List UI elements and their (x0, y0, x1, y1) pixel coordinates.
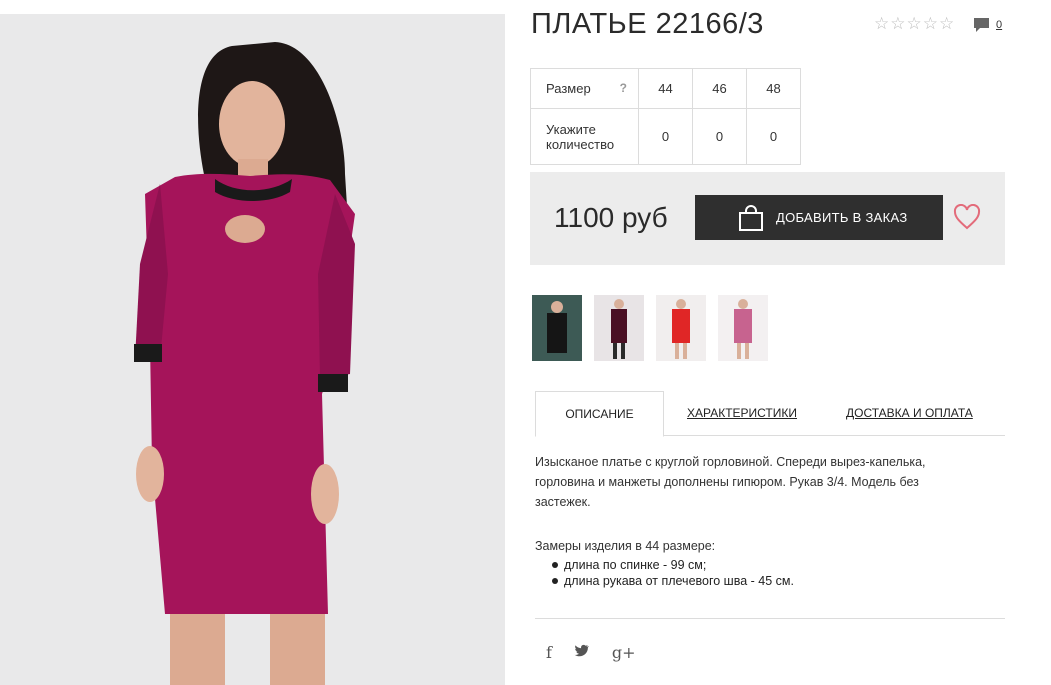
product-tabs: ОПИСАНИЕ ХАРАКТЕРИСТИКИ ДОСТАВКА И ОПЛАТ… (535, 391, 1005, 437)
star-icon[interactable]: ☆ (890, 14, 905, 34)
quantity-input-48[interactable]: 0 (746, 108, 801, 165)
tab-delivery-payment[interactable]: ДОСТАВКА И ОПЛАТА (846, 391, 973, 436)
star-icon[interactable]: ☆ (939, 14, 954, 34)
tab-description[interactable]: ОПИСАНИЕ (535, 391, 664, 437)
twitter-icon[interactable] (574, 643, 590, 662)
heart-icon[interactable] (953, 204, 981, 230)
product-title: ПЛАТЬЕ 22166/3 (531, 8, 764, 40)
size-label-cell: Размер ? (530, 68, 639, 109)
size-help-icon[interactable]: ? (620, 81, 627, 95)
social-share: f g+ (546, 643, 636, 662)
measures-list: длина по спинке - 99 см; длина рукава от… (550, 557, 794, 589)
quantity-input-44[interactable]: 0 (638, 108, 693, 165)
comment-icon (974, 18, 989, 32)
size-table: Размер ? 44 46 48 Укажите количество 0 0… (530, 68, 801, 165)
size-46: 46 (692, 68, 747, 109)
list-item: длина рукава от плечевого шва - 45 см. (550, 573, 794, 589)
thumbnail-3[interactable] (656, 295, 706, 361)
comments-count[interactable]: 0 (996, 19, 1002, 31)
thumbnail-1[interactable] (532, 295, 582, 361)
size-48: 48 (746, 68, 801, 109)
product-description: Изысканое платье с круглой горловиной. С… (535, 455, 926, 509)
divider (535, 618, 1005, 619)
price: 1100 руб (554, 202, 668, 233)
add-to-order-label: ДОБАВИТЬ В ЗАКАЗ (776, 210, 908, 225)
facebook-icon[interactable]: f (546, 643, 552, 662)
quantity-label: Укажите количество (530, 108, 639, 165)
size-label: Размер (546, 81, 591, 96)
tab-characteristics[interactable]: ХАРАКТЕРИСТИКИ (687, 391, 797, 436)
star-icon[interactable]: ☆ (874, 14, 889, 34)
comments-link[interactable]: 0 (973, 17, 1002, 33)
thumbnail-gallery (532, 295, 768, 361)
add-to-order-button[interactable]: ДОБАВИТЬ В ЗАКАЗ (695, 195, 943, 240)
measures-title: Замеры изделия в 44 размере: (535, 539, 716, 553)
list-item: длина по спинке - 99 см; (550, 557, 794, 573)
rating-stars[interactable]: ☆ ☆ ☆ ☆ ☆ (874, 14, 954, 34)
quantity-input-46[interactable]: 0 (692, 108, 747, 165)
buy-box: 1100 руб ДОБАВИТЬ В ЗАКАЗ (530, 172, 1005, 265)
thumbnail-4[interactable] (718, 295, 768, 361)
size-44: 44 (638, 68, 693, 109)
google-plus-icon[interactable]: g+ (612, 643, 636, 662)
shopping-bag-icon (739, 205, 763, 231)
star-icon[interactable]: ☆ (923, 14, 938, 34)
star-icon[interactable]: ☆ (907, 14, 922, 34)
product-main-photo[interactable] (0, 14, 505, 685)
thumbnail-2[interactable] (594, 295, 644, 361)
